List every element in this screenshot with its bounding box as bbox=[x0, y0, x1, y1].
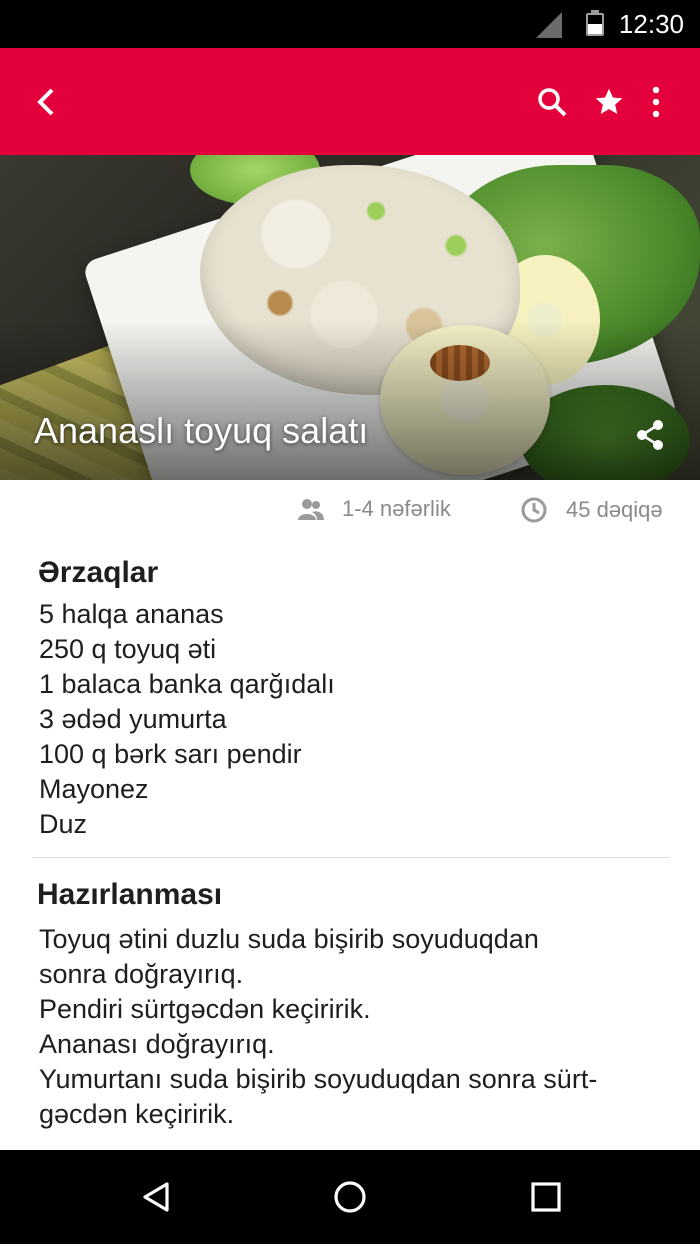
ingredient-item: 250 q toyuq əti bbox=[39, 634, 217, 664]
share-icon bbox=[637, 420, 663, 450]
square-recents-icon bbox=[531, 1182, 561, 1212]
ingredient-item: 1 balaca banka qarğıdalı bbox=[39, 669, 335, 699]
preparation-heading: Hazırlanması bbox=[37, 878, 223, 911]
ingredients-heading: Ərzaqlar bbox=[38, 556, 159, 589]
back-arrow-icon bbox=[37, 88, 54, 116]
preparation-line: sonra doğrayırıq. bbox=[39, 959, 244, 989]
servings-info: 1-4 nəfərlik bbox=[298, 496, 451, 522]
ingredient-item: 5 halqa ananas bbox=[39, 599, 224, 629]
nav-recent-apps-button[interactable] bbox=[526, 1177, 566, 1217]
ingredient-item: 3 ədəd yumurta bbox=[39, 704, 227, 734]
servings-text: 1-4 nəfərlik bbox=[342, 496, 451, 521]
more-options-button[interactable] bbox=[632, 78, 680, 126]
nav-home-button[interactable] bbox=[330, 1177, 370, 1217]
recipe-meta: 1-4 nəfərlik 45 dəqiqə bbox=[0, 480, 700, 540]
favorite-button[interactable] bbox=[585, 78, 633, 126]
status-bar: 12:30 bbox=[0, 0, 700, 48]
people-icon bbox=[298, 499, 324, 520]
duration-text: 45 dəqiqə bbox=[566, 497, 663, 522]
ingredients-list: 5 halqa ananas 250 q toyuq əti 1 balaca … bbox=[39, 597, 335, 842]
search-icon bbox=[538, 88, 567, 117]
nav-back-button[interactable] bbox=[136, 1177, 176, 1217]
preparation-line: Ananası doğrayırıq. bbox=[39, 1029, 275, 1059]
app-bar bbox=[0, 48, 700, 155]
battery-icon bbox=[586, 10, 604, 36]
circle-home-icon bbox=[334, 1181, 366, 1213]
preparation-line: Yumurtanı suda bişirib soyuduqdan sonra … bbox=[39, 1064, 598, 1094]
triangle-back-icon bbox=[143, 1182, 169, 1212]
recipe-title: Ananaslı toyuq salatı bbox=[34, 410, 369, 451]
section-divider bbox=[32, 857, 670, 858]
ingredient-item: 100 q bərk sarı pendir bbox=[39, 739, 302, 769]
ingredient-item: Mayonez bbox=[39, 774, 149, 804]
preparation-line: gəcdən keçiririk. bbox=[39, 1099, 235, 1129]
preparation-line: Toyuq ətini duzlu suda bişirib soyuduqda… bbox=[39, 924, 539, 954]
ingredient-item: Duz bbox=[39, 809, 88, 839]
preparation-line: Pendiri sürtgəcdən keçiririk. bbox=[39, 994, 371, 1024]
recipe-hero-image: Ananaslı toyuq salatı bbox=[0, 155, 700, 480]
duration-info: 45 dəqiqə bbox=[520, 496, 663, 524]
share-button[interactable] bbox=[628, 413, 672, 457]
preparation-text: Toyuq ətini duzlu suda bişirib soyuduqda… bbox=[39, 922, 669, 1132]
status-time: 12:30 bbox=[618, 9, 684, 39]
cell-signal-icon bbox=[536, 12, 562, 38]
system-nav-bar bbox=[0, 1150, 700, 1244]
more-vert-icon bbox=[652, 86, 660, 118]
back-button[interactable] bbox=[22, 78, 70, 126]
search-button[interactable] bbox=[528, 78, 576, 126]
clock-icon bbox=[521, 497, 547, 523]
star-icon bbox=[595, 88, 623, 114]
